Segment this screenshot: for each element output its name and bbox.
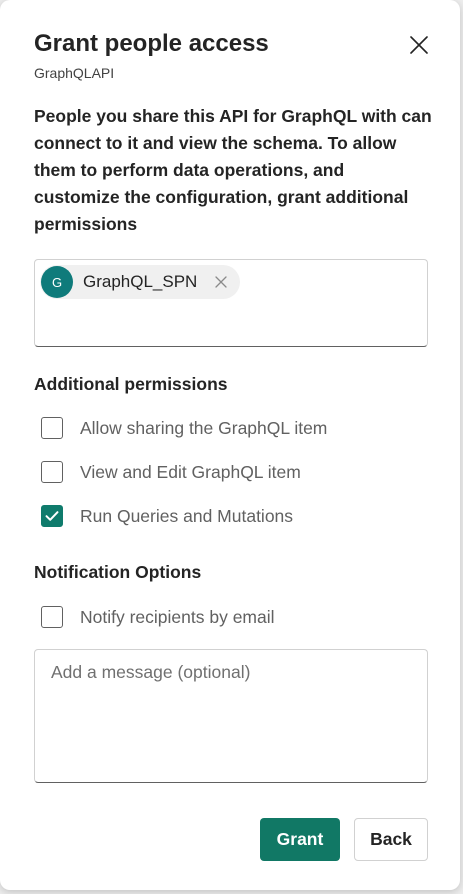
notify-recipients-option[interactable]: Notify recipients by email bbox=[41, 605, 275, 629]
checkbox-allow-sharing[interactable] bbox=[41, 417, 63, 439]
notify-label: Notify recipients by email bbox=[80, 606, 275, 627]
message-textarea[interactable] bbox=[34, 649, 428, 783]
notification-options-heading: Notification Options bbox=[34, 562, 202, 582]
grant-access-dialog: Grant people access GraphQLAPI People yo… bbox=[0, 0, 460, 890]
additional-permissions-heading: Additional permissions bbox=[34, 374, 228, 394]
close-icon bbox=[410, 36, 428, 54]
permission-label: Allow sharing the GraphQL item bbox=[80, 417, 328, 438]
checkbox-view-edit[interactable] bbox=[41, 461, 63, 483]
recipient-name: GraphQL_SPN bbox=[83, 272, 198, 291]
dialog-title: Grant people access bbox=[34, 30, 269, 57]
checkmark-icon bbox=[45, 511, 59, 521]
permission-label: View and Edit GraphQL item bbox=[80, 461, 301, 482]
permission-run-queries[interactable]: Run Queries and Mutations bbox=[41, 504, 293, 528]
back-button[interactable]: Back bbox=[354, 818, 428, 861]
avatar: G bbox=[41, 266, 73, 298]
close-button[interactable] bbox=[403, 29, 435, 61]
chip-remove-button[interactable] bbox=[214, 275, 228, 289]
checkbox-notify-email[interactable] bbox=[41, 606, 63, 628]
dialog-subtitle: GraphQLAPI bbox=[34, 65, 115, 81]
grant-button[interactable]: Grant bbox=[260, 818, 340, 861]
permission-view-edit[interactable]: View and Edit GraphQL item bbox=[41, 460, 301, 484]
permission-label: Run Queries and Mutations bbox=[80, 505, 294, 526]
dialog-description: People you share this API for GraphQL wi… bbox=[34, 106, 432, 234]
checkbox-run-queries[interactable] bbox=[41, 505, 63, 527]
permission-allow-sharing[interactable]: Allow sharing the GraphQL item bbox=[41, 416, 327, 440]
recipient-chip[interactable]: G GraphQL_SPN bbox=[40, 265, 241, 299]
people-picker[interactable]: G GraphQL_SPN bbox=[34, 259, 428, 347]
dismiss-icon bbox=[215, 276, 227, 288]
